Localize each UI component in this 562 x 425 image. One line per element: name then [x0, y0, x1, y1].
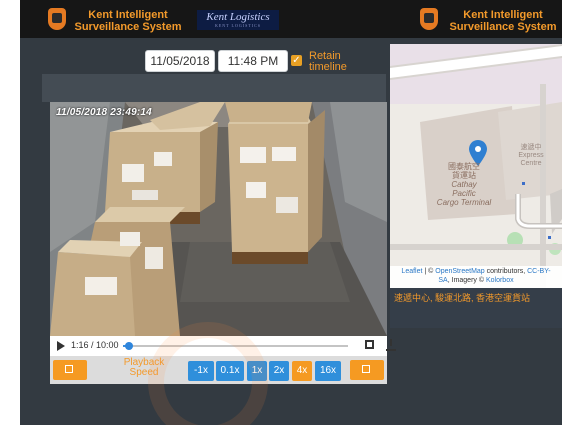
date-input[interactable]: 11/05/2018 — [145, 50, 215, 72]
header-bar: Kent Intelligent Surveillance System Ken… — [20, 0, 562, 38]
brand-title-right: Kent Intelligent Surveillance System — [444, 9, 562, 33]
map-attribution: Leaflet | © OpenStreetMap contributors, … — [390, 266, 562, 289]
map-express-cn: 速遞中 — [520, 144, 542, 151]
map-label-terminal: 國泰航空 貨運站 Cathay Pacific Cargo Terminal — [434, 162, 494, 207]
next-button[interactable] — [350, 360, 384, 380]
warehouse-scene — [50, 102, 387, 336]
partner-logo: Kent Logistics KENT LOGISTICS — [197, 10, 279, 30]
app-window: Kent Intelligent Surveillance System Ken… — [20, 0, 562, 425]
shield-logo-icon-right — [420, 8, 438, 30]
next-icon — [362, 365, 370, 373]
osm-link[interactable]: OpenStreetMap — [435, 268, 484, 275]
map-label-en-2: Pacific — [452, 189, 476, 198]
fullscreen-icon[interactable] — [365, 340, 374, 349]
seek-knob[interactable] — [125, 342, 133, 350]
location-address: 速遞中心, 駿運北路, 香港空運貨站 — [390, 288, 562, 328]
map-label-express: 速遞中 Express Centre — [506, 144, 556, 168]
map-express-en-2: Centre — [520, 160, 542, 167]
map-label-cn-2: 貨運站 — [452, 171, 476, 180]
player-time: 1:16 / 10:00 — [71, 340, 119, 350]
prev-icon — [65, 365, 73, 373]
attr-contrib: contributors, — [484, 268, 528, 275]
prev-button[interactable] — [53, 360, 87, 380]
retain-timeline-label: Retain timeline — [309, 51, 347, 73]
video-frame[interactable]: 11/05/2018 23:49:14 — [50, 102, 387, 336]
partner-logo-subtext: KENT LOGISTICS — [214, 23, 262, 28]
map-label-en-1: Cathay — [451, 180, 477, 189]
shield-logo-icon — [48, 8, 66, 30]
retain-timeline-checkbox[interactable]: ✓ — [291, 55, 302, 66]
attr-imagery: , Imagery © — [447, 277, 486, 284]
map-label-cn-1: 國泰航空 — [448, 162, 480, 171]
speed-button-4x[interactable]: 4x — [292, 361, 312, 381]
brand-line-2-right: Surveillance System — [449, 21, 557, 33]
brand-title: Kent Intelligent Surveillance System — [73, 9, 183, 33]
sa-link[interactable]: SA — [438, 277, 447, 284]
attr-sep: | © — [422, 268, 436, 275]
time-input[interactable]: 11:48 PM — [218, 50, 288, 72]
timeline-bar[interactable] — [42, 74, 386, 102]
kolorbox-link[interactable]: Kolorbox — [486, 277, 514, 284]
map-label-en-3: Cargo Terminal — [436, 198, 492, 207]
map-express-en-1: Express — [518, 152, 544, 159]
download-icon[interactable] — [386, 339, 396, 351]
play-icon[interactable] — [57, 341, 65, 351]
leaflet-link[interactable]: Leaflet — [401, 268, 422, 275]
brand-line-1-right: Kent Intelligent — [463, 9, 543, 21]
retain-label-line-2: timeline — [309, 61, 347, 73]
speed-button-2x[interactable]: 2x — [269, 361, 289, 381]
brand-line-1: Kent Intelligent — [88, 9, 168, 21]
cc-link[interactable]: CC-BY- — [527, 268, 550, 275]
brand-line-2: Surveillance System — [74, 21, 182, 33]
speed-button-16x[interactable]: 16x — [315, 361, 341, 381]
partner-logo-text: Kent Logistics — [206, 11, 270, 23]
video-timestamp: 11/05/2018 23:49:14 — [56, 107, 152, 118]
